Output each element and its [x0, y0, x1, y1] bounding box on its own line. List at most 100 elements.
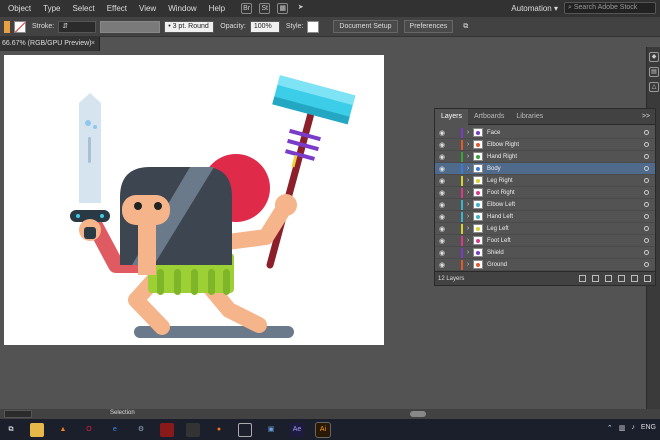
clipping-mask-icon[interactable] — [605, 275, 612, 282]
variable-width-profile[interactable] — [100, 20, 161, 33]
edge-icon[interactable]: e — [108, 423, 122, 437]
libraries-icon[interactable]: ▤ — [649, 67, 659, 77]
new-sublayer-icon[interactable] — [618, 275, 625, 282]
menu-object[interactable]: Object — [0, 0, 37, 17]
menu-help[interactable]: Help — [203, 0, 231, 17]
properties-icon[interactable]: ◆ — [649, 52, 659, 62]
export-icon[interactable] — [579, 275, 586, 282]
adobe-stock-search[interactable]: ⌕ Search Adobe Stock — [564, 2, 656, 14]
vlc-icon[interactable]: ▲ — [56, 423, 70, 437]
visibility-eye-icon[interactable]: ◉ — [435, 201, 449, 209]
layer-row[interactable]: ◉ › Elbow Left — [435, 199, 655, 211]
target-circle-icon[interactable] — [644, 214, 649, 219]
new-layer-icon[interactable] — [631, 275, 638, 282]
expand-chevron-icon[interactable]: › — [463, 129, 473, 136]
visibility-eye-icon[interactable]: ◉ — [435, 249, 449, 257]
volume-icon[interactable]: ♪ — [631, 424, 635, 432]
target-circle-icon[interactable] — [644, 202, 649, 207]
taskview-icon[interactable]: ⧉ — [4, 423, 18, 437]
layer-row[interactable]: ◉ › Face — [435, 127, 655, 139]
menu-effect[interactable]: Effect — [101, 0, 133, 17]
layer-row[interactable]: ◉ › Leg Right — [435, 175, 655, 187]
layer-row[interactable]: ◉ › Hand Left — [435, 211, 655, 223]
tab-layers[interactable]: Layers — [435, 108, 469, 125]
expand-chevron-icon[interactable]: › — [463, 225, 473, 232]
layer-row[interactable]: ◉ › Elbow Right — [435, 139, 655, 151]
shape-icon[interactable]: △ — [649, 82, 659, 92]
graphic-style-swatch[interactable] — [307, 20, 320, 33]
steam-icon[interactable]: ⚙ — [134, 423, 148, 437]
visibility-eye-icon[interactable]: ◉ — [435, 129, 449, 137]
layer-row[interactable]: ◉ › Body — [435, 163, 655, 175]
document-tab[interactable]: 66.67% (RGB/GPU Preview) × — [0, 37, 100, 51]
opacity-input[interactable]: 100% — [249, 20, 280, 33]
visibility-eye-icon[interactable]: ◉ — [435, 165, 449, 173]
target-circle-icon[interactable] — [644, 190, 649, 195]
visibility-eye-icon[interactable]: ◉ — [435, 177, 449, 185]
artboard[interactable] — [4, 55, 384, 345]
horizontal-scrollbar[interactable] — [410, 411, 426, 417]
target-circle-icon[interactable] — [644, 250, 649, 255]
visibility-eye-icon[interactable]: ◉ — [435, 189, 449, 197]
stroke-weight-dropdown[interactable]: ⇵ — [58, 20, 97, 33]
trash-icon[interactable] — [644, 275, 651, 282]
arrange-icon[interactable]: ⧉ — [463, 23, 468, 31]
panel-menu-icon[interactable]: >> — [642, 113, 655, 120]
file-explorer-icon[interactable] — [30, 422, 44, 437]
tray-up-icon[interactable]: ⌃ — [607, 424, 613, 432]
expand-chevron-icon[interactable]: › — [463, 165, 473, 172]
layer-row[interactable]: ◉ › Hand Right — [435, 151, 655, 163]
expand-chevron-icon[interactable]: › — [463, 141, 473, 148]
brush-dropdown[interactable]: • 3 pt. Round — [164, 20, 215, 33]
zoom-dropdown[interactable] — [4, 410, 32, 418]
game-icon[interactable] — [160, 422, 174, 437]
network-icon[interactable]: ▥ — [619, 424, 626, 432]
layer-row[interactable]: ◉ › Ground — [435, 259, 655, 271]
language-indicator[interactable]: ENG — [641, 424, 656, 432]
menu-type[interactable]: Type — [37, 0, 66, 17]
layer-row[interactable]: ◉ › Leg Left — [435, 223, 655, 235]
visibility-eye-icon[interactable]: ◉ — [435, 153, 449, 161]
target-circle-icon[interactable] — [644, 178, 649, 183]
layer-row[interactable]: ◉ › Foot Left — [435, 235, 655, 247]
target-circle-icon[interactable] — [644, 262, 649, 267]
expand-chevron-icon[interactable]: › — [463, 189, 473, 196]
target-circle-icon[interactable] — [644, 226, 649, 231]
menu-view[interactable]: View — [133, 0, 162, 17]
locate-object-icon[interactable] — [592, 275, 599, 282]
layer-row[interactable]: ◉ › Shield — [435, 247, 655, 259]
visibility-eye-icon[interactable]: ◉ — [435, 261, 449, 269]
tab-libraries[interactable]: Libraries — [510, 109, 549, 125]
bridge-icon[interactable]: Br — [241, 3, 253, 14]
stock-icon[interactable]: St — [259, 3, 271, 14]
target-circle-icon[interactable] — [644, 142, 649, 147]
expand-chevron-icon[interactable]: › — [463, 237, 473, 244]
close-tab-icon[interactable]: × — [91, 37, 95, 51]
menu-window[interactable]: Window — [162, 0, 202, 17]
target-circle-icon[interactable] — [644, 130, 649, 135]
send-icon[interactable]: ➤ — [295, 3, 306, 14]
illustrator-icon[interactable]: Ai — [315, 421, 331, 438]
preferences-button[interactable]: Preferences — [403, 20, 454, 33]
grid-icon[interactable]: ▦ — [277, 3, 289, 14]
expand-chevron-icon[interactable]: › — [463, 177, 473, 184]
target-circle-icon[interactable] — [644, 166, 649, 171]
visibility-eye-icon[interactable]: ◉ — [435, 225, 449, 233]
visibility-eye-icon[interactable]: ◉ — [435, 141, 449, 149]
after-effects-icon[interactable]: Ae — [290, 422, 304, 437]
expand-chevron-icon[interactable]: › — [463, 249, 473, 256]
document-setup-button[interactable]: Document Setup — [333, 20, 398, 33]
workspace-switcher[interactable]: Automation ▾ — [511, 4, 558, 13]
tab-artboards[interactable]: Artboards — [468, 109, 510, 125]
opera-icon[interactable]: O — [82, 423, 96, 437]
target-circle-icon[interactable] — [644, 154, 649, 159]
stroke-swatch[interactable] — [14, 20, 26, 33]
dark-app-icon[interactable] — [186, 422, 200, 437]
visibility-eye-icon[interactable]: ◉ — [435, 237, 449, 245]
layer-row[interactable]: ◉ › Foot Right — [435, 187, 655, 199]
visibility-eye-icon[interactable]: ◉ — [435, 213, 449, 221]
store-icon[interactable]: ▣ — [264, 423, 278, 437]
firefox-icon[interactable]: ● — [212, 423, 226, 437]
expand-chevron-icon[interactable]: › — [463, 213, 473, 220]
menu-select[interactable]: Select — [66, 0, 100, 17]
